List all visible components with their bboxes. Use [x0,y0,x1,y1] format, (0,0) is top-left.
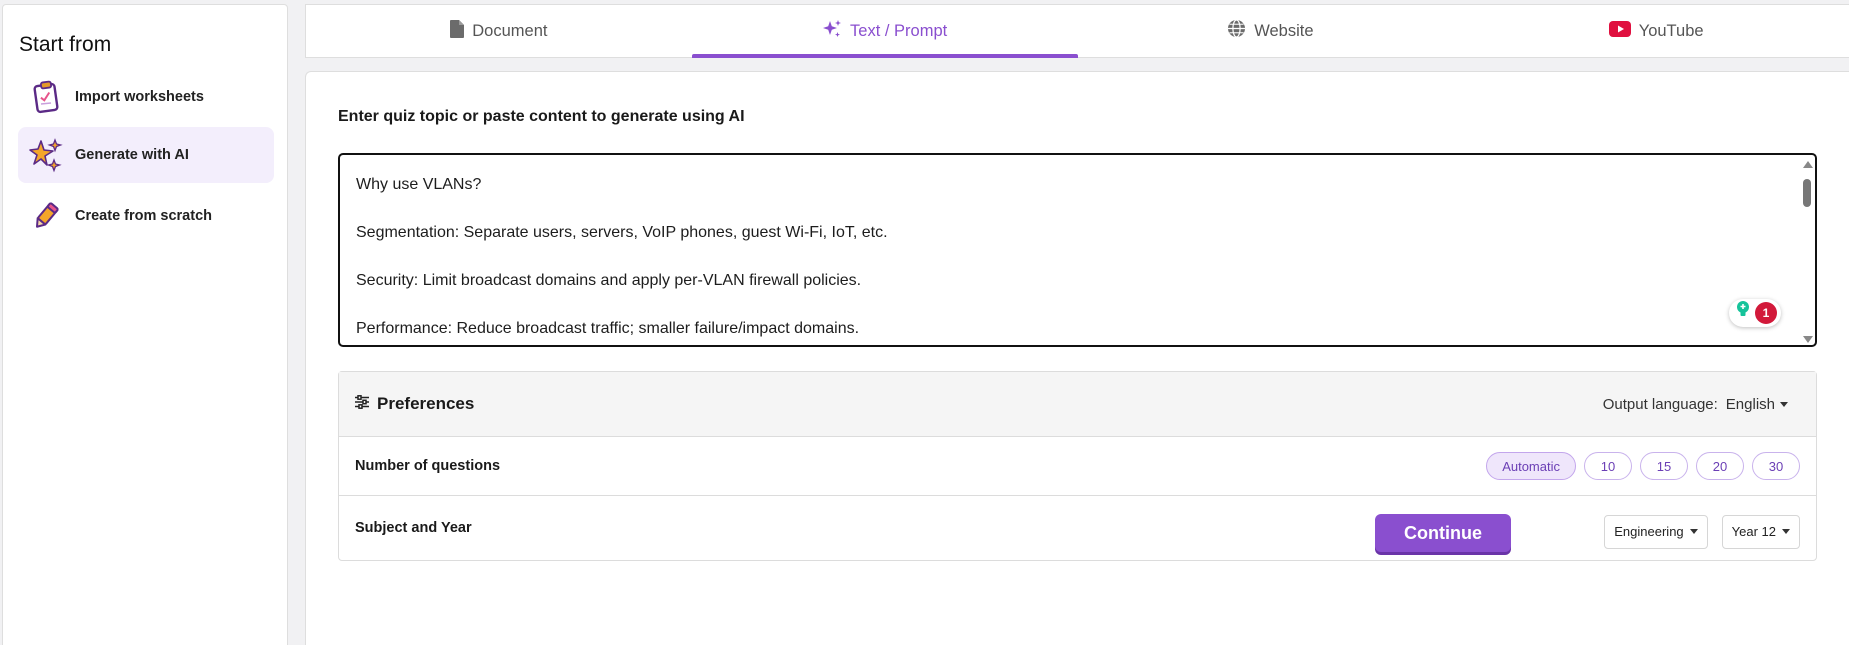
sidebar-item-generate-with-ai[interactable]: Generate with AI [18,127,274,183]
year-select[interactable]: Year 12 [1721,514,1800,549]
grammar-checker-badge[interactable]: 1 [1729,299,1781,327]
globe-icon [1227,19,1246,43]
sidebar-item-create-from-scratch[interactable]: Create from scratch [18,188,274,244]
continue-button[interactable]: Continue [1375,514,1511,552]
tab-document[interactable]: Document [306,5,692,57]
chip-20[interactable]: 20 [1696,452,1744,480]
main-panel: Enter quiz topic or paste content to gen… [305,71,1849,645]
sidebar-item-import-worksheets[interactable]: Import worksheets [18,69,274,125]
scroll-thumb[interactable] [1803,179,1811,207]
preferences-panel: Preferences Output language: English Num… [338,371,1817,561]
subject-value: Engineering [1614,524,1684,539]
prompt-line: Segmentation: Separate users, servers, V… [356,224,888,241]
output-language: Output language: English [1603,396,1788,413]
scroll-up-arrow-icon[interactable] [1803,161,1813,168]
clipboard-icon [28,79,64,115]
sliders-icon [355,394,369,414]
textarea-scrollbar[interactable] [1801,159,1813,343]
chip-15[interactable]: 15 [1640,452,1688,480]
sparkle-icon [822,19,842,44]
tab-text-prompt[interactable]: Text / Prompt [691,5,1078,58]
output-language-select[interactable]: English [1726,396,1788,413]
pencil-icon [28,198,64,234]
sidebar-item-label: Import worksheets [75,89,204,105]
prompt-line: Security: Limit broadcast domains and ap… [356,272,862,289]
chip-30[interactable]: 30 [1752,452,1800,480]
sparkle-stars-icon [28,137,64,173]
prompt-line: Why use VLANs? [356,176,482,193]
lightbulb-icon [1735,300,1751,326]
number-of-questions-label: Number of questions [355,458,501,474]
sidebar: Start from Import worksheets Generate wi… [2,4,288,645]
prompt-line: Performance: Reduce broadcast traffic; s… [356,320,860,337]
number-of-questions-row: Number of questions Automatic 10 15 20 3… [339,437,1816,496]
preferences-title: Preferences [377,394,475,413]
sidebar-item-label: Generate with AI [75,147,189,163]
tab-website[interactable]: Website [1078,5,1464,57]
caret-down-icon [1780,401,1788,407]
tab-label: Document [472,21,548,40]
tab-youtube[interactable]: YouTube [1463,5,1849,57]
year-value: Year 12 [1731,524,1776,539]
source-tabs: Document Text / Prompt Website YouTube [305,4,1849,58]
caret-down-icon [1689,529,1698,534]
chip-automatic[interactable]: Automatic [1486,452,1576,480]
preferences-header: Preferences Output language: English [339,372,1816,437]
tab-label: Website [1254,21,1314,40]
sidebar-item-label: Create from scratch [75,208,212,224]
output-language-label: Output language: [1602,395,1718,413]
scroll-down-arrow-icon[interactable] [1803,336,1813,343]
prompt-textarea[interactable]: Why use VLANs? Segmentation: Separate us… [338,153,1817,347]
tab-label: Text / Prompt [850,21,948,40]
grammar-count: 1 [1755,302,1777,324]
document-icon [450,19,465,43]
subject-year-selects: Engineering Year 12 [1604,514,1800,549]
caret-down-icon [1782,529,1790,534]
tab-label: YouTube [1638,21,1704,40]
subject-select[interactable]: Engineering [1604,514,1708,549]
output-language-value: English [1725,395,1775,413]
chip-10[interactable]: 10 [1584,452,1632,480]
question-count-options: Automatic 10 15 20 30 [1486,452,1800,480]
youtube-icon [1608,20,1631,42]
prompt-label: Enter quiz topic or paste content to gen… [338,108,745,125]
subject-year-row: Subject and Year Engineering Year 12 [339,496,1816,559]
subject-year-label: Subject and Year [355,519,472,536]
sidebar-title: Start from [19,33,112,56]
